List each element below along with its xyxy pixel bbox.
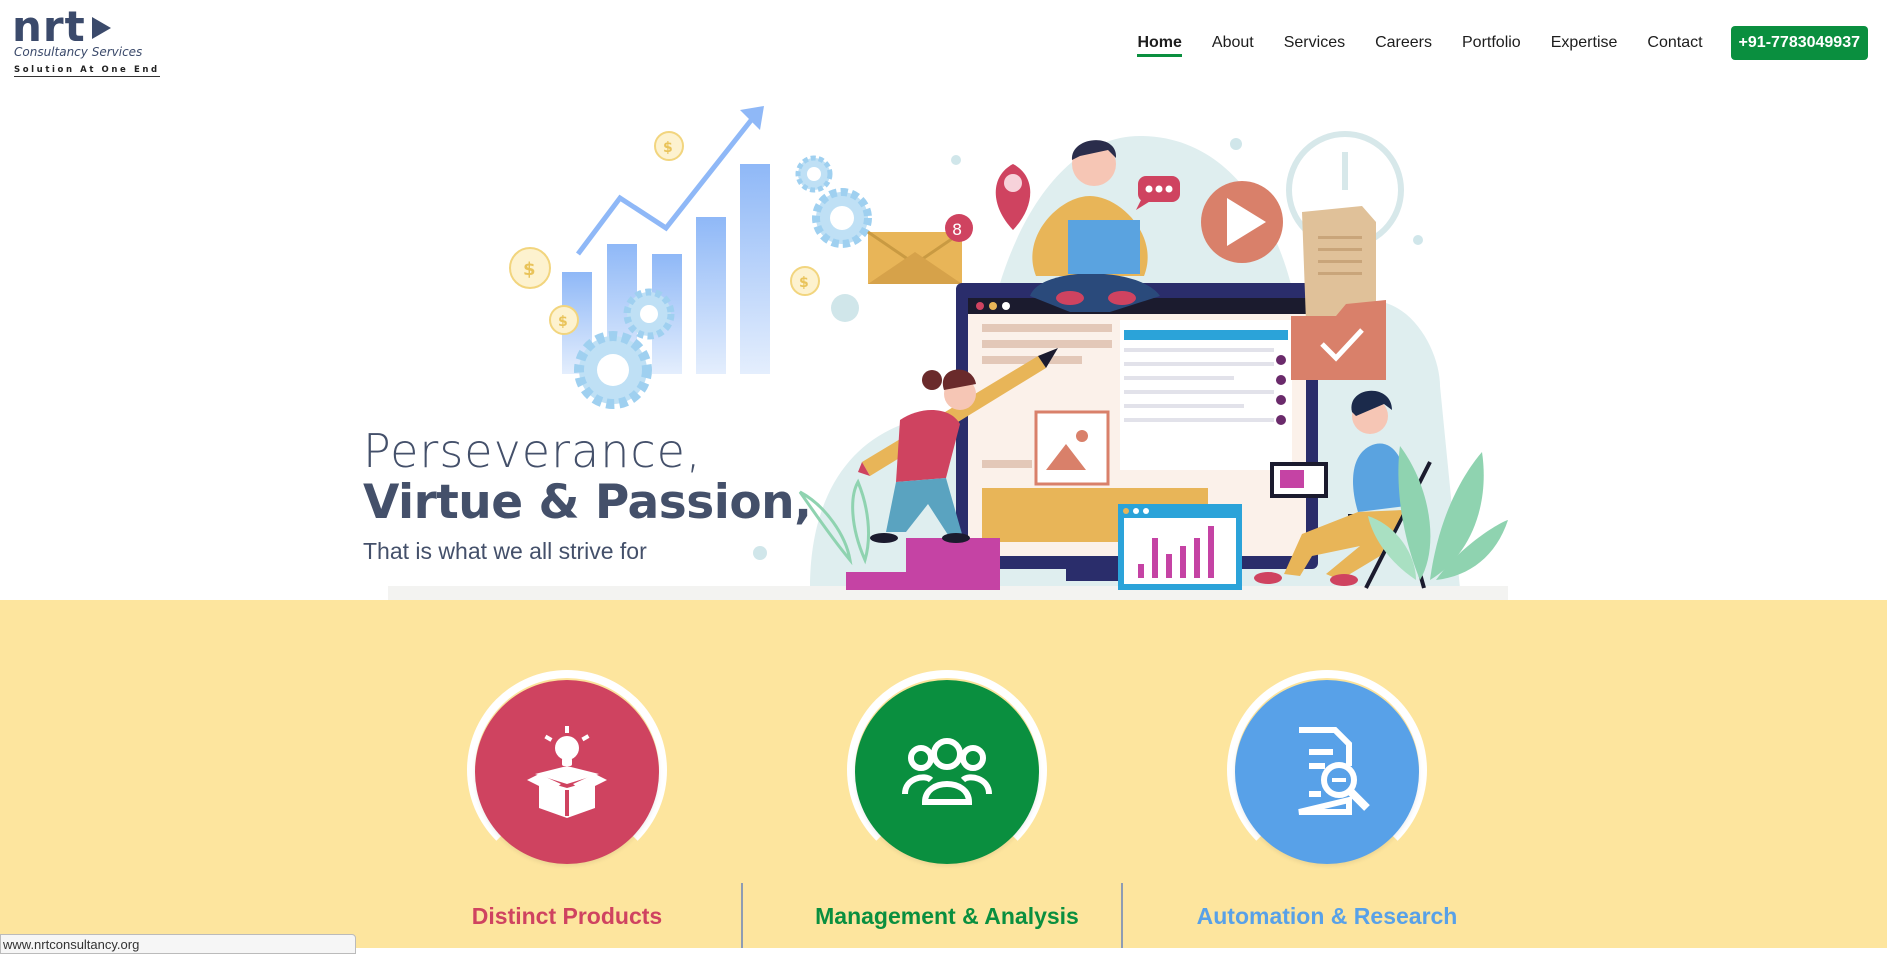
site-header: nrt Consultancy Services Solution At One… <box>0 0 1887 86</box>
main-nav: Home About Services Careers Portfolio Ex… <box>1137 26 1887 60</box>
feature-management-analysis[interactable]: Management & Analysis <box>815 670 1079 950</box>
feature-divider <box>1121 883 1123 948</box>
document-folder-icon <box>1291 206 1386 380</box>
feature-automation-research[interactable]: Automation & Research <box>1197 670 1457 950</box>
document-search-icon <box>1298 727 1370 815</box>
feature-title: Distinct Products <box>471 903 663 929</box>
features-section: Distinct Products Management & Analysis <box>0 600 1887 948</box>
feature-circle <box>1235 680 1419 864</box>
play-icon <box>1201 181 1283 263</box>
map-pin-icon <box>995 164 1031 230</box>
phone-button[interactable]: +91-7783049937 <box>1730 26 1868 60</box>
feature-divider <box>741 883 743 948</box>
nav-expertise[interactable]: Expertise <box>1551 28 1618 58</box>
nav-contact[interactable]: Contact <box>1647 28 1702 58</box>
open-box-idea-icon <box>527 726 607 818</box>
nav-services[interactable]: Services <box>1284 28 1345 58</box>
svg-text:$: $ <box>799 275 809 291</box>
feature-circle <box>475 680 659 864</box>
brand-tagline: Solution At One End <box>14 65 160 77</box>
hero-headline: Perseverance, Virtue & Passion, That is … <box>363 424 812 565</box>
hero-section: $ $ $ $ 8 Perseverance, Virtue & Passion… <box>0 86 1887 600</box>
status-bar-url: www.nrtconsultancy.org <box>0 934 356 954</box>
feature-title: Management & Analysis <box>815 903 1079 929</box>
nav-home[interactable]: Home <box>1137 28 1183 58</box>
group-users-icon <box>902 738 992 805</box>
brand-subtitle: Consultancy Services <box>14 45 143 59</box>
feature-circle <box>855 680 1039 864</box>
brand-name: nrt <box>12 2 86 51</box>
hero-line-2: Virtue & Passion, <box>363 475 812 530</box>
hero-line-1: Perseverance, <box>363 424 702 478</box>
hero-line-3: That is what we all strive for <box>363 538 647 564</box>
brand-logo[interactable]: nrt Consultancy Services Solution At One… <box>12 2 160 78</box>
hero-illustration: $ $ $ $ 8 <box>388 106 1508 600</box>
nav-careers[interactable]: Careers <box>1375 28 1432 58</box>
email-badge-count: 8 <box>952 220 962 239</box>
svg-text:$: $ <box>558 314 568 330</box>
trend-arrow-icon <box>576 106 764 256</box>
nav-about[interactable]: About <box>1212 28 1254 58</box>
nav-portfolio[interactable]: Portfolio <box>1462 28 1521 58</box>
chart-window-icon <box>1118 504 1242 590</box>
feature-distinct-products[interactable]: Distinct Products <box>467 670 667 950</box>
svg-text:$: $ <box>663 140 673 156</box>
feature-title: Automation & Research <box>1196 903 1458 929</box>
svg-text:$: $ <box>523 259 536 280</box>
logo-play-arrow-icon <box>92 17 111 39</box>
